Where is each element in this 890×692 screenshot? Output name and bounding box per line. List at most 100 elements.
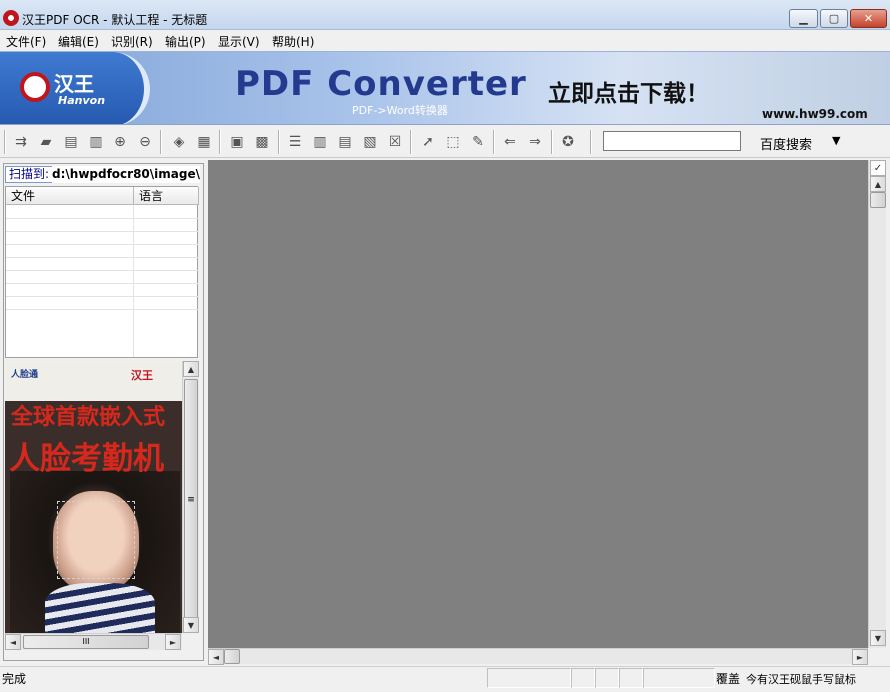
text-block-icon[interactable]: ☰	[285, 132, 305, 152]
zoom-in-icon[interactable]: ⊕	[110, 132, 130, 152]
column-header-language[interactable]: 语言	[134, 187, 199, 205]
checkbox-icon[interactable]: ✓	[870, 160, 886, 176]
logo-text: 汉王	[54, 72, 94, 96]
thumbnail-headline-1: 全球首款嵌入式	[11, 405, 166, 430]
menu-view[interactable]: 显示(V)	[218, 33, 260, 50]
layout2-icon[interactable]: ▩	[252, 132, 272, 152]
table-row	[6, 218, 199, 219]
scroll-left-icon[interactable]: ◄	[5, 634, 21, 650]
main-horizontal-scrollbar[interactable]: ◄ ►	[208, 648, 868, 665]
import-icon[interactable]: ▤	[61, 132, 81, 152]
thumbnail-brand: 人脸通	[11, 370, 39, 380]
app-icon[interactable]	[3, 10, 19, 26]
pointer-icon[interactable]: ➚	[418, 132, 438, 152]
table-row	[6, 244, 199, 245]
scroll-down-icon[interactable]: ▼	[870, 630, 886, 646]
scroll-thumb[interactable]: ≡	[184, 379, 198, 619]
image-block-icon[interactable]: ▤	[335, 132, 355, 152]
close-icon: ✕	[863, 12, 874, 25]
maximize-icon: ▢	[828, 12, 840, 25]
delete-block-icon[interactable]: ☒	[385, 132, 405, 152]
scan-path[interactable]: d:\hwpdfocr80\image\h	[52, 166, 200, 183]
recognize-icon[interactable]: ✪	[558, 132, 578, 152]
table-row	[6, 270, 199, 271]
maximize-button[interactable]: ▢	[820, 9, 848, 28]
thumbnail-headline-2: 人脸考勤机	[9, 441, 164, 477]
toolbar-separator	[278, 130, 280, 154]
toolbar-separator	[219, 130, 221, 154]
menu-file[interactable]: 文件(F)	[6, 33, 46, 50]
logo-subtext: Hanvon	[58, 94, 106, 107]
menu-help[interactable]: 帮助(H)	[272, 33, 314, 50]
toolbar: ⇉ ▰ ▤ ▥ ⊕ ⊖ ◈ ▦ ▣ ▩ ☰ ▥ ▤ ▧ ☒ ➚ ⬚ ✎ ⇐ ⇒ …	[0, 126, 890, 158]
column-divider	[133, 205, 134, 357]
menu-bar: 文件(F) 编辑(E) 识别(R) 输出(P) 显示(V) 帮助(H)	[0, 31, 890, 51]
column-header-file[interactable]: 文件	[6, 187, 134, 205]
menu-recognize[interactable]: 识别(R)	[111, 33, 153, 50]
scroll-left-icon[interactable]: ◄	[208, 649, 224, 665]
menu-output[interactable]: 输出(P)	[165, 33, 206, 50]
table-block-icon[interactable]: ▥	[310, 132, 330, 152]
open-folder-icon[interactable]: ▰	[36, 132, 56, 152]
overwrite-indicator: 覆盖	[716, 672, 741, 686]
file-list-table[interactable]: 文件 语言	[5, 186, 199, 358]
window-title: 汉王PDF OCR - 默认工程 - 无标题	[22, 13, 208, 27]
select-icon[interactable]: ⬚	[443, 132, 463, 152]
main-vertical-scrollbar[interactable]: ✓ ▲ ▼	[868, 160, 886, 648]
banner-subtitle: PDF->Word转换器	[352, 104, 448, 117]
scan-icon[interactable]: ◈	[169, 132, 189, 152]
filter-icon[interactable]: ▧	[360, 132, 380, 152]
search-input[interactable]	[603, 131, 741, 151]
hanvon-logo-icon	[20, 72, 50, 102]
toolbar-separator	[590, 130, 592, 154]
next-arrow-icon[interactable]: ⇒	[525, 132, 545, 152]
scroll-thumb-horizontal[interactable]	[224, 649, 240, 664]
toolbar-separator	[493, 130, 495, 154]
status-panel	[619, 668, 643, 688]
status-panel	[643, 668, 715, 688]
scroll-up-icon[interactable]: ▲	[183, 361, 199, 377]
banner-title: PDF Converter	[235, 64, 527, 104]
minimize-button[interactable]: ▁	[789, 9, 818, 28]
toolbar-separator	[160, 130, 162, 154]
status-panel	[595, 668, 619, 688]
thumbnail-scarf	[45, 583, 155, 633]
toolbar-separator	[551, 130, 553, 154]
table-row	[6, 296, 199, 297]
banner-cta[interactable]: 立即点击下载！	[548, 74, 709, 108]
ad-banner[interactable]: 汉王 Hanvon PDF Converter 立即点击下载！ PDF->Wor…	[0, 51, 890, 125]
page-thumbnail[interactable]: 人脸通 汉王 全球首款嵌入式 人脸考勤机	[5, 361, 182, 633]
status-panel	[571, 668, 595, 688]
table-row	[6, 283, 199, 284]
document-view-area[interactable]	[208, 160, 868, 648]
print-icon[interactable]: ▦	[194, 132, 214, 152]
thumbnail-horizontal-scrollbar[interactable]: ◄ III ►	[5, 633, 182, 650]
baidu-search-button[interactable]: 百度搜索	[760, 134, 812, 153]
open-scan-icon[interactable]: ⇉	[11, 132, 31, 152]
close-button[interactable]: ✕	[850, 9, 887, 28]
menu-edit[interactable]: 编辑(E)	[58, 33, 99, 50]
scroll-thumb[interactable]	[870, 192, 886, 208]
scroll-up-icon[interactable]: ▲	[870, 176, 886, 192]
status-text: 完成	[2, 672, 27, 686]
scroll-right-icon[interactable]: ►	[852, 649, 868, 665]
scan-to-label[interactable]: 扫描到:	[5, 166, 54, 183]
table-row	[6, 257, 199, 258]
zoom-out-icon[interactable]: ⊖	[135, 132, 155, 152]
scroll-thumb-horizontal[interactable]: III	[23, 635, 149, 649]
scroll-down-icon[interactable]: ▼	[183, 617, 199, 633]
layout-icon[interactable]: ▣	[227, 132, 247, 152]
handwriting-ad[interactable]: 今有汉王砚鼠手写鼠标	[746, 671, 888, 687]
toolbar-separator	[4, 130, 6, 154]
thumbnail-vertical-scrollbar[interactable]: ▲ ≡ ▼	[182, 361, 199, 633]
scroll-right-icon[interactable]: ►	[165, 634, 181, 650]
toolbar-separator	[410, 130, 412, 154]
table-row	[6, 309, 199, 310]
export-icon[interactable]: ▥	[86, 132, 106, 152]
minimize-icon: ▁	[799, 12, 808, 25]
table-row	[6, 231, 199, 232]
prev-arrow-icon[interactable]: ⇐	[500, 132, 520, 152]
search-dropdown-icon[interactable]: ▼	[832, 134, 840, 147]
pen-icon[interactable]: ✎	[468, 132, 488, 152]
banner-url[interactable]: www.hw99.com	[762, 107, 868, 121]
